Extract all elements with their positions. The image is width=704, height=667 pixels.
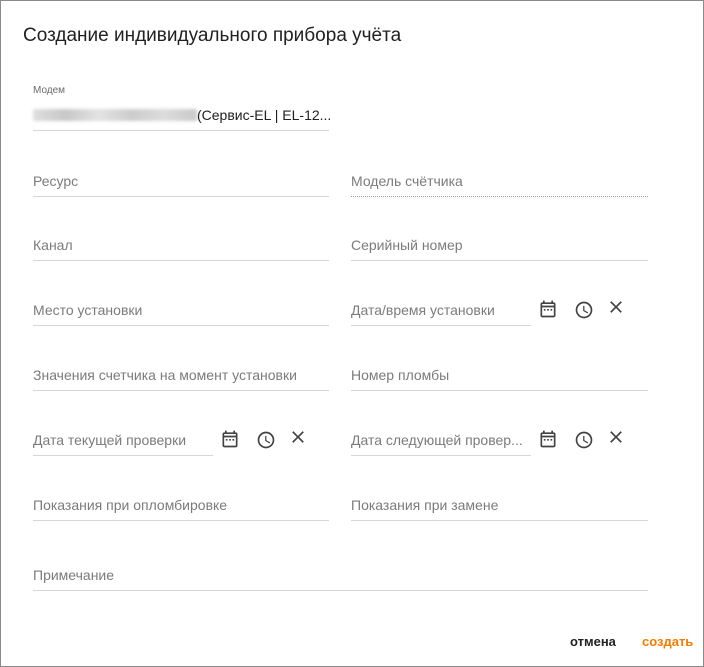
next-check-date-field[interactable]: Дата следующей провер... xyxy=(351,426,531,456)
install-place-field[interactable]: Место установки xyxy=(33,296,329,326)
current-check-date-label: Дата текущей проверки xyxy=(33,432,187,448)
clear-next-check-date-close-icon[interactable] xyxy=(606,427,626,447)
modem-value: (Сервис-EL | EL-12... xyxy=(197,107,332,123)
calendar-icon[interactable] xyxy=(538,429,558,449)
modem-select[interactable]: (Сервис-EL | EL-12... xyxy=(33,101,332,131)
calendar-icon[interactable] xyxy=(538,299,558,319)
install-datetime-label: Дата/время установки xyxy=(351,302,495,318)
seal-number-label: Номер пломбы xyxy=(351,367,450,383)
install-reading-label: Значения счетчика на момент установки xyxy=(33,367,297,383)
install-datetime-field[interactable]: Дата/время установки xyxy=(351,296,531,326)
meter-model-label: Модель счётчика xyxy=(351,173,463,189)
note-label: Примечание xyxy=(33,567,115,583)
serial-number-label: Серийный номер xyxy=(351,237,463,253)
install-place-label: Место установки xyxy=(33,302,143,318)
seal-reading-field[interactable]: Показания при опломбировке xyxy=(33,491,329,521)
note-field[interactable]: Примечание xyxy=(33,561,648,591)
calendar-icon[interactable] xyxy=(220,429,240,449)
next-check-date-label: Дата следующей провер... xyxy=(351,432,523,448)
create-button[interactable]: создать xyxy=(642,634,693,649)
serial-number-field[interactable]: Серийный номер xyxy=(351,231,648,261)
replace-reading-field[interactable]: Показания при замене xyxy=(351,491,648,521)
cancel-button[interactable]: отмена xyxy=(570,634,616,649)
channel-field[interactable]: Канал xyxy=(33,231,329,261)
dialog-title: Создание индивидуального прибора учёта xyxy=(23,25,402,46)
current-check-date-field[interactable]: Дата текущей проверки xyxy=(33,426,213,456)
modem-redacted-text xyxy=(33,109,197,121)
resource-field[interactable]: Ресурс xyxy=(33,167,329,197)
clock-icon[interactable] xyxy=(574,430,594,450)
seal-number-field[interactable]: Номер пломбы xyxy=(351,361,648,391)
meter-model-field[interactable]: Модель счётчика xyxy=(351,167,648,197)
clear-install-datetime-close-icon[interactable] xyxy=(606,297,626,317)
replace-reading-label: Показания при замене xyxy=(351,497,499,513)
channel-label: Канал xyxy=(33,237,73,253)
clock-icon[interactable] xyxy=(256,430,276,450)
resource-label: Ресурс xyxy=(33,173,79,189)
seal-reading-label: Показания при опломбировке xyxy=(33,497,228,513)
clear-current-check-date-close-icon[interactable] xyxy=(288,427,308,447)
modem-caption: Модем xyxy=(33,85,66,96)
install-reading-field[interactable]: Значения счетчика на момент установки xyxy=(33,361,329,391)
clock-icon[interactable] xyxy=(574,300,594,320)
create-meter-dialog: Создание индивидуального прибора учёта М… xyxy=(0,0,704,667)
